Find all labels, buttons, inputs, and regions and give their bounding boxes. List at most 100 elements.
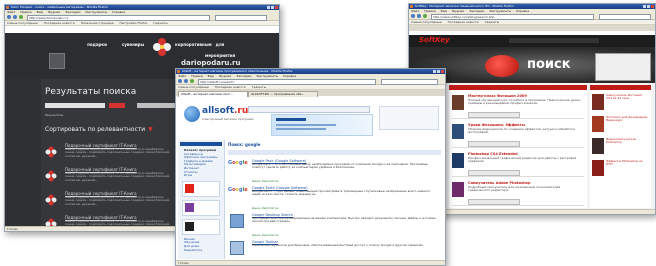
site-logo[interactable]: SoftKey [419,36,450,44]
bookmark-item[interactable]: Гаджеты [252,85,266,89]
list-item[interactable]: Видеосамоучитель Photoshop [592,137,649,157]
list-item[interactable]: Самоучитель Adobe Photoshop Подробный са… [452,180,584,206]
header-nav[interactable] [509,38,599,43]
bookmark-item[interactable]: Последние новости [215,85,246,89]
list-item[interactable]: Photoshop CS4 Extended Профессиональный … [452,151,584,177]
sidebar-ad[interactable] [182,180,220,197]
buy-button[interactable] [468,112,520,118]
item-desc: Подробный самоучитель для начинающих пол… [468,186,561,193]
bookmark-item[interactable]: Начальная страница [81,21,114,25]
tab-allsoft-1[interactable]: Allsoft - интернет-магазин прог... [178,91,248,97]
bookmark-item[interactable]: Последние новости [44,21,75,25]
cart-box[interactable] [379,106,439,130]
item-title[interactable]: Самоучитель Adobe Photoshop [468,181,530,185]
forward-icon[interactable] [184,79,188,83]
sidebar-ad[interactable] [182,218,220,235]
product-thumb[interactable] [452,153,464,168]
sort-arrow-icon[interactable]: ▼ [148,126,153,133]
sidebar-link[interactable]: Разработка [178,249,224,253]
product-thumb[interactable] [452,124,464,139]
product-thumb[interactable] [452,95,464,110]
site-logo[interactable]: allsoft.ru электронный магазин программ [184,104,253,134]
item-title[interactable]: Видеосамоучитель Photoshop [606,138,649,154]
buy-button[interactable] [468,170,520,176]
bookmark-item[interactable]: Последние новости [448,20,479,24]
list-item[interactable]: Фотошоп для дизайнеров. Видеокурс [592,115,649,135]
search-button[interactable] [109,103,125,108]
page-title: Результаты поиска [45,87,137,97]
bookmark-item[interactable]: Самые популярные [411,20,442,24]
reload-icon[interactable] [19,15,23,19]
product-thumb[interactable] [230,214,244,228]
search-box[interactable] [215,15,267,21]
address-bar[interactable]: http://www.softkey.ru/catalog/search.php [431,14,594,20]
site-logo[interactable] [49,53,65,69]
close-button[interactable] [275,6,278,9]
product-thumb[interactable] [592,138,604,154]
sort-control[interactable]: Сортировать по релевантности ▼ [45,126,153,133]
list-item[interactable]: Google Desktop Search Программа для поис… [228,213,441,237]
list-item[interactable]: Самоучитель Фотошоп CS4 за 24 часа [592,93,649,113]
banner-title: поиск [527,57,571,72]
product-thumb[interactable] [230,241,244,255]
results-tabs[interactable] [449,85,587,90]
bookmark-item[interactable]: Гаджеты [153,21,167,25]
results-toolbar[interactable] [228,150,441,155]
address-bar[interactable]: http://allsoft.ru/search/ [198,79,376,85]
bookmark-item[interactable]: Самые популярные [178,85,209,89]
buy-button[interactable] [468,141,520,147]
list-item[interactable]: Эффекты Photoshop на DVD [592,159,649,179]
promo-banner[interactable] [271,114,373,136]
search-box[interactable] [599,14,651,20]
sidebar-ad[interactable] [182,199,220,216]
forward-icon[interactable] [417,14,421,18]
list-item[interactable]: Уроки Фотошопа. Эффекты Сборник видеоуро… [452,122,584,148]
nav-toolbar: http://www.dariopodari.ru/ [5,14,279,21]
nav-souvenirs[interactable]: сувениры [117,39,149,50]
product-thumb[interactable] [452,182,464,197]
back-icon[interactable] [178,79,182,83]
banner-bar [276,118,306,121]
site-search-input[interactable] [248,106,370,113]
close-button[interactable] [441,70,444,73]
maximize-button[interactable] [437,70,440,73]
buy-button[interactable] [468,199,520,205]
nav-gifts[interactable]: подарки [85,39,109,50]
item-title[interactable]: Уроки Фотошопа. Эффекты [468,123,525,127]
reload-icon[interactable] [190,79,194,83]
close-button[interactable] [651,5,654,8]
minimize-button[interactable] [433,70,436,73]
item-title[interactable]: Мастер-класс Фотошоп 2009 [468,94,527,98]
maximize-button[interactable] [271,6,274,9]
bookmark-item[interactable]: Настройки Firefox [120,21,148,25]
nav-corporate[interactable]: корпоративным [175,39,212,50]
forward-icon[interactable] [13,15,17,19]
list-item[interactable]: Мастер-класс Фотошоп 2009 Полный обучающ… [452,93,584,119]
address-bar[interactable]: http://www.dariopodari.ru/ [27,15,210,21]
reload-icon[interactable] [423,14,427,18]
tab-allsoft-2[interactable]: ALLSOFT.RU — программное обе... [248,91,318,97]
tab-strip [409,25,655,31]
item-title[interactable]: Photoshop CS4 Extended [468,152,518,156]
product-thumb[interactable] [592,116,604,132]
minimize-button[interactable] [643,5,646,8]
item-title[interactable]: Самоучитель Фотошоп CS4 за 24 часа [606,94,649,110]
login-box[interactable] [595,53,651,81]
search-box[interactable] [381,79,438,85]
item-title[interactable]: Фотошоп для дизайнеров. Видеокурс [606,116,649,132]
back-icon[interactable] [7,15,11,19]
back-icon[interactable] [411,14,415,18]
sidebar-link[interactable]: Игры [178,174,224,178]
nav-events[interactable]: для мероприятия [205,39,235,58]
product-thumb[interactable] [592,160,604,176]
item-title[interactable]: Эффекты Photoshop на DVD [606,160,649,176]
product-thumb[interactable] [592,94,604,110]
list-item[interactable]: Google Google Earth (Google Software) Go… [228,186,441,210]
banner-bar [276,128,326,130]
bookmark-item[interactable]: Самые популярные [7,21,38,25]
list-item[interactable]: Google Google Pack (Google Software) Goo… [228,159,441,183]
minimize-button[interactable] [267,6,270,9]
search-input[interactable] [45,103,105,108]
bookmark-item[interactable]: Гаджеты [485,20,499,24]
maximize-button[interactable] [647,5,650,8]
